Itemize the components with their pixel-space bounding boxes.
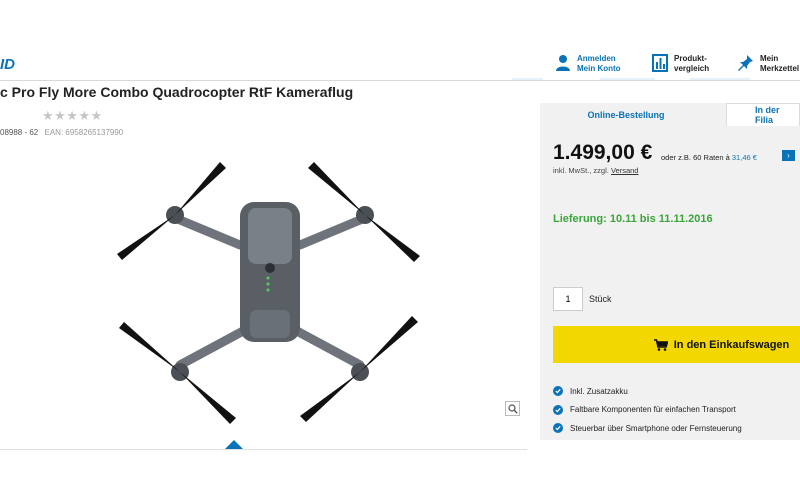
thumbnail-indicator[interactable] bbox=[225, 440, 243, 449]
installment-text: oder z.B. 60 Raten à bbox=[661, 153, 730, 162]
check-icon bbox=[553, 423, 563, 434]
feature-text: Inkl. Zusatzakku bbox=[570, 386, 628, 396]
article-number: 08988 - 62 bbox=[0, 128, 39, 137]
compare-icon bbox=[652, 54, 668, 72]
check-icon bbox=[553, 404, 563, 415]
quantity-unit: Stück bbox=[589, 294, 612, 304]
add-to-cart-button[interactable]: In den Einkaufswagen bbox=[553, 326, 800, 363]
quantity-input[interactable] bbox=[553, 287, 583, 311]
magnifier-icon bbox=[507, 403, 518, 414]
drone-image[interactable] bbox=[100, 150, 440, 430]
zoom-button[interactable] bbox=[505, 401, 520, 416]
wishlist-line2: Merkzettel bbox=[760, 64, 800, 73]
account-line2: Mein Konto bbox=[577, 64, 621, 73]
price: 1.499,00 € bbox=[553, 141, 653, 164]
compare-line1: Produkt- bbox=[674, 54, 707, 63]
add-to-cart-label: In den Einkaufswagen bbox=[673, 338, 790, 351]
feature-item: Inkl. Zusatzakku bbox=[553, 382, 742, 401]
user-icon bbox=[556, 55, 570, 71]
tax-info: inkl. MwSt., zzgl. Versand bbox=[553, 166, 638, 175]
thumbnail-divider bbox=[0, 449, 527, 450]
feature-text: Faltbare Komponenten für einfachen Trans… bbox=[570, 405, 736, 415]
tab-online-order[interactable]: Online-Bestellung bbox=[540, 103, 712, 126]
header-divider bbox=[0, 80, 800, 81]
tab-store[interactable]: In der Filia bbox=[726, 103, 800, 126]
compare-link[interactable]: Produkt- vergleich bbox=[652, 54, 709, 74]
wishlist-link[interactable]: Mein Merkzettel bbox=[738, 54, 799, 74]
shipping-link[interactable]: Versand bbox=[611, 166, 639, 175]
compare-line2: vergleich bbox=[674, 64, 710, 73]
logo[interactable]: ID bbox=[0, 56, 15, 73]
feature-item: Steuerbar über Smartphone oder Fernsteue… bbox=[553, 419, 742, 438]
site-header: ID Anmelden Mein Konto Produkt- vergleic… bbox=[0, 0, 800, 80]
tax-text: inkl. MwSt., zzgl. bbox=[553, 166, 609, 175]
delivery-date: Lieferung: 10.11 bis 11.11.2016 bbox=[553, 213, 713, 225]
product-meta: 08988 - 62 EAN: 6958265137990 bbox=[0, 128, 123, 137]
installment-amount[interactable]: 31,46 € bbox=[732, 153, 757, 162]
feature-list: Inkl. Zusatzakku Faltbare Komponenten fü… bbox=[553, 382, 742, 438]
check-icon bbox=[553, 386, 563, 397]
account-link[interactable]: Anmelden Mein Konto bbox=[555, 54, 621, 74]
rating-stars[interactable]: ★★★★★ bbox=[42, 108, 103, 124]
cart-icon bbox=[653, 338, 668, 351]
wishlist-line1: Mein bbox=[760, 54, 779, 63]
feature-text: Steuerbar über Smartphone oder Fernsteue… bbox=[570, 423, 742, 433]
ean-number: EAN: 6958265137990 bbox=[44, 128, 124, 137]
product-title: c Pro Fly More Combo Quadrocopter RtF Ka… bbox=[0, 84, 354, 100]
installment-info: oder z.B. 60 Raten à 31,46 € bbox=[661, 153, 757, 162]
account-line1: Anmelden bbox=[577, 54, 616, 63]
feature-item: Faltbare Komponenten für einfachen Trans… bbox=[553, 401, 742, 420]
installment-arrow-button[interactable]: › bbox=[782, 150, 795, 161]
pin-icon bbox=[738, 55, 753, 71]
